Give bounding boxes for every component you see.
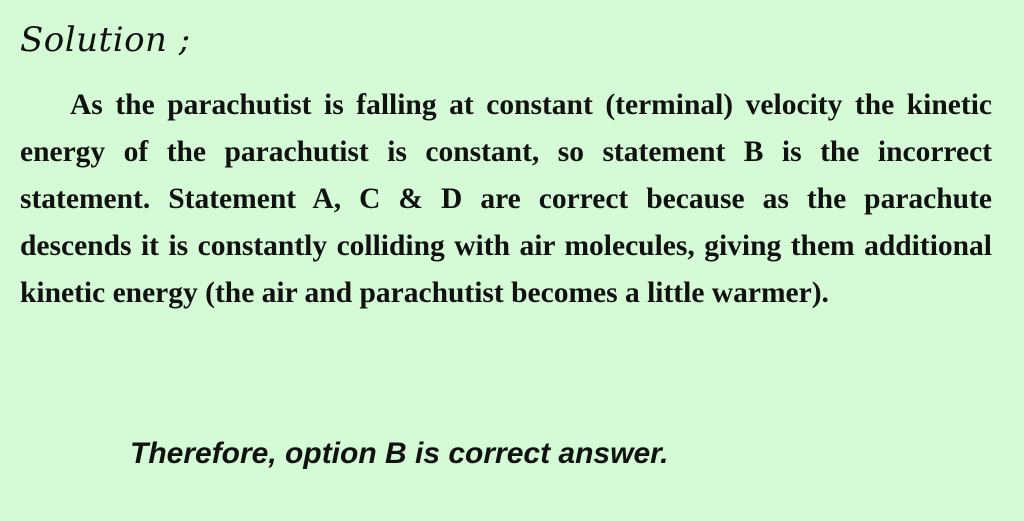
solution-paragraph: As the parachutist is falling at constan… — [20, 89, 992, 309]
answer-conclusion: Therefore, option B is correct answer. — [130, 437, 669, 470]
solution-heading: Solution ; — [20, 20, 191, 60]
